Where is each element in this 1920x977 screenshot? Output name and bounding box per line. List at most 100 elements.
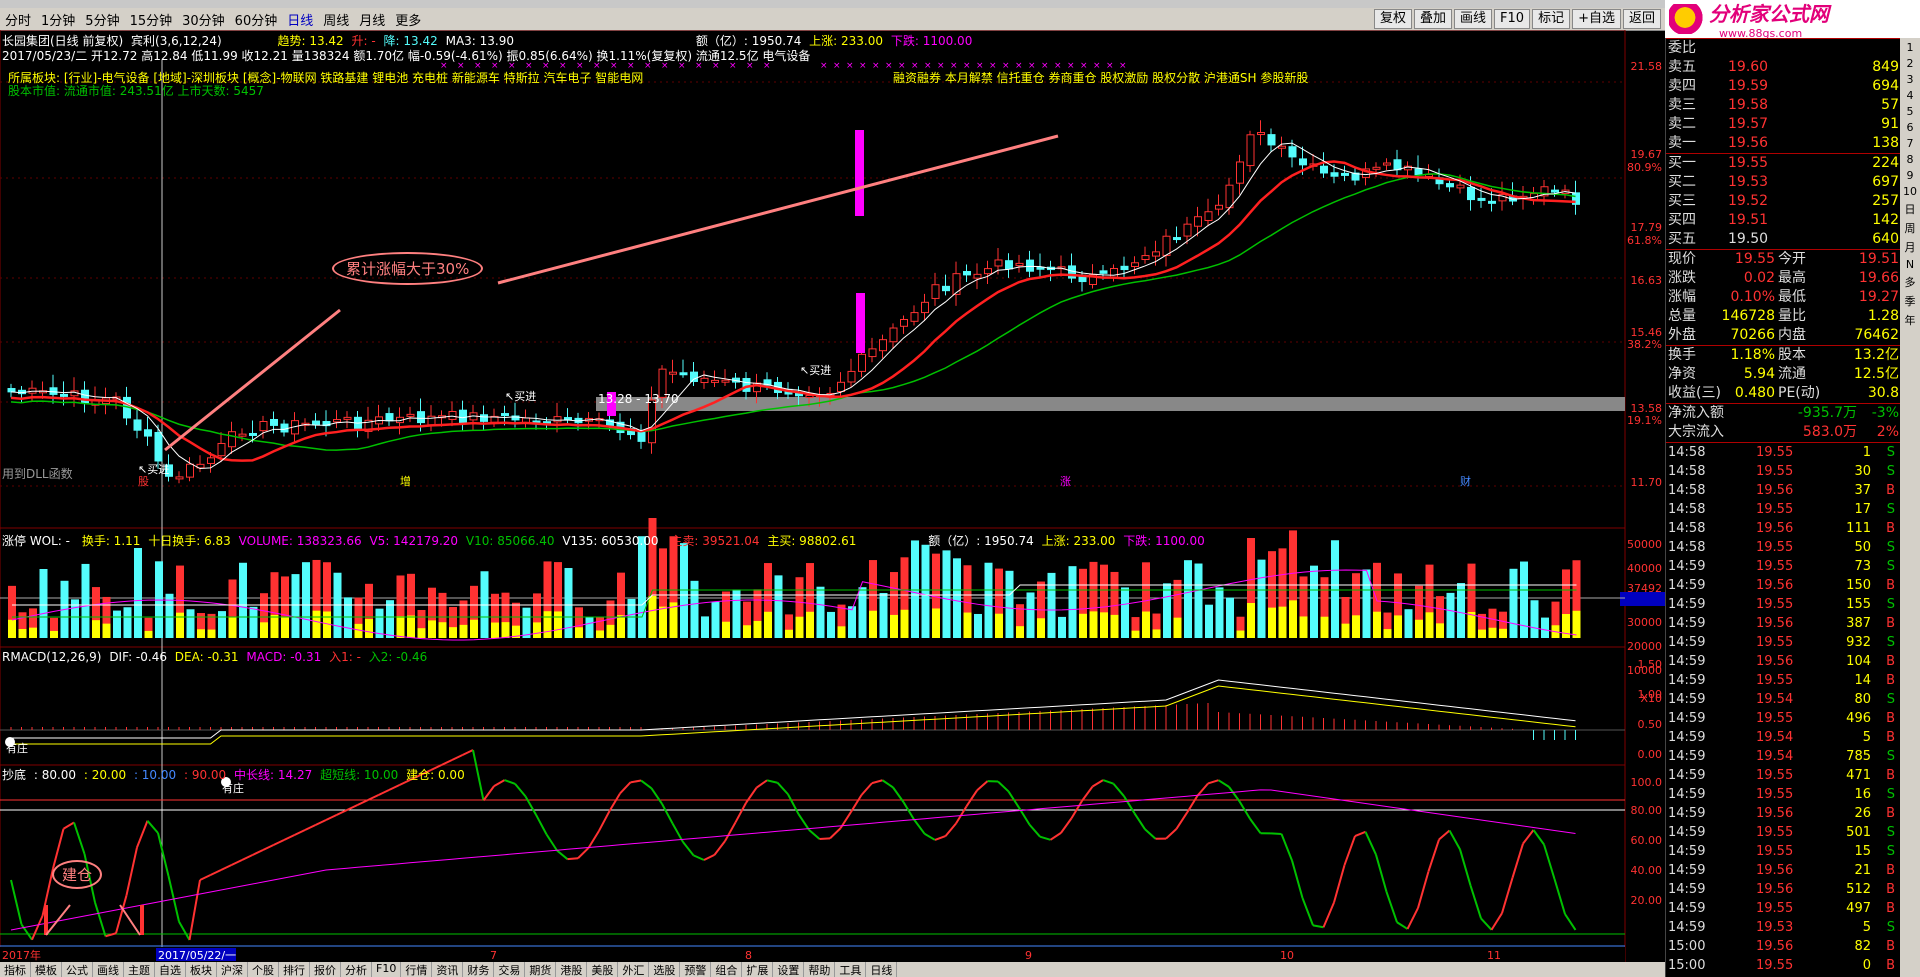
toolbar-button[interactable]: 复权 [1373, 9, 1412, 29]
macd-value: MACD: -0.31 [246, 650, 322, 664]
candle-body [207, 457, 215, 464]
build-signal-bar [44, 905, 48, 935]
bottom-tab[interactable]: 公式 [62, 962, 93, 977]
quote-row: 委比 [1666, 38, 1901, 58]
main-buy-bar [396, 616, 405, 638]
toolbar-button[interactable]: 标记 [1532, 9, 1571, 29]
bottom-tab[interactable]: 排行 [279, 962, 310, 977]
volume-bar [1457, 583, 1465, 638]
period-tab[interactable]: 分时 [0, 10, 36, 29]
bottom-tab[interactable]: 期货 [525, 962, 557, 977]
side-tab[interactable]: 10 [1900, 185, 1920, 198]
bottom-tab[interactable]: 个股 [248, 962, 279, 977]
side-tab[interactable]: 4 [1900, 89, 1920, 102]
side-tab[interactable]: 8 [1900, 153, 1920, 166]
bottom-tab[interactable]: 帮助 [804, 962, 836, 977]
side-tab[interactable]: 5 [1900, 105, 1920, 118]
bid-volume: 697 [1872, 174, 1899, 190]
period-tab[interactable]: 60分钟 [230, 10, 283, 29]
tick-time: 14:59 [1668, 730, 1706, 745]
period-toolbar: 分时 1分钟 5分钟 15分钟 30分钟 60分钟 日线 周线 月线 更多 复权 叠加 画线 F10 标记… [0, 8, 1665, 31]
bottom-tab[interactable]: 预警 [680, 962, 712, 977]
bottom-tab[interactable]: 资讯 [432, 962, 464, 977]
bottom-tab[interactable]: 工具 [835, 962, 867, 977]
period-tab[interactable]: 5分钟 [80, 10, 124, 29]
bottom-tab[interactable]: 组合 [711, 962, 743, 977]
volume-bar [585, 617, 594, 638]
tick-row: 14:59 19.54 5 B [1666, 728, 1901, 747]
oscillator-segment [1280, 833, 1293, 861]
oscillator-segment [619, 781, 632, 795]
period-tab[interactable]: 15分钟 [125, 10, 178, 29]
toolbar-button[interactable]: 画线 [1454, 9, 1493, 29]
bottom-tab[interactable]: 沪深 [217, 962, 248, 977]
period-tab[interactable]: 月线 [354, 10, 390, 29]
candle-body [1015, 262, 1024, 267]
bottom-tab[interactable]: 模板 [31, 962, 62, 977]
bottom-tab[interactable]: 行情 [401, 962, 433, 977]
period-tab[interactable]: 日线 [282, 10, 318, 29]
main-buy-bar [575, 627, 583, 638]
toolbar-button[interactable]: +自选 [1572, 9, 1621, 29]
tick-volume: 5 [1862, 920, 1871, 935]
side-tab[interactable]: 2 [1900, 57, 1920, 70]
toolbar-button[interactable]: 返回 [1622, 9, 1661, 29]
side-tab[interactable]: 多 [1900, 274, 1920, 290]
bottom-tab[interactable]: 报价 [310, 962, 341, 977]
tick-volume: 21 [1854, 863, 1871, 878]
main-buy-bar [543, 611, 552, 638]
period-tab[interactable]: 更多 [390, 10, 426, 29]
side-tab[interactable]: 1 [1900, 41, 1920, 54]
tick-price: 19.55 [1756, 635, 1794, 650]
bottom-tab[interactable]: 板块 [186, 962, 217, 977]
side-tab[interactable]: N [1900, 258, 1920, 271]
side-tab[interactable]: 7 [1900, 137, 1920, 150]
main-buy-bar [50, 630, 58, 638]
bottom-tab[interactable]: 主题 [124, 962, 155, 977]
side-tab[interactable]: 周 [1900, 220, 1920, 236]
side-tab[interactable]: 3 [1900, 73, 1920, 86]
bottom-tab[interactable]: 选股 [649, 962, 681, 977]
toolbar-button[interactable]: F10 [1494, 9, 1531, 29]
bottom-tab[interactable]: F10 [372, 962, 402, 977]
side-tab[interactable]: 6 [1900, 121, 1920, 134]
side-tab[interactable]: 日 [1900, 201, 1920, 217]
bottom-tab[interactable]: 港股 [556, 962, 588, 977]
bottom-tab[interactable]: 美股 [587, 962, 619, 977]
side-tab[interactable]: 9 [1900, 169, 1920, 182]
chart-area[interactable]: 21.58 19.67 80.9% 17.79 61.8% 16.63 15.46 38.2%… [0, 29, 1665, 963]
quote-row: 买二 19.53 697 [1666, 173, 1901, 192]
tick-volume: 17 [1854, 502, 1871, 517]
side-tab[interactable]: 月 [1900, 239, 1920, 255]
bottom-tab[interactable]: 画线 [93, 962, 124, 977]
main-buy-bar [1278, 606, 1287, 638]
volume-bar [1121, 587, 1129, 638]
period-tab[interactable]: 30分钟 [177, 10, 230, 29]
side-tab[interactable]: 年 [1900, 312, 1920, 328]
bottom-tab[interactable]: 日线 [866, 962, 898, 977]
bottom-tab[interactable]: 自选 [155, 962, 186, 977]
period-tab[interactable]: 1分钟 [36, 10, 80, 29]
period-tab[interactable]: 周线 [318, 10, 354, 29]
candle-body [1299, 158, 1307, 166]
tick-time: 14:58 [1668, 540, 1706, 555]
candle-body [1194, 216, 1202, 227]
candle-body [1173, 237, 1181, 241]
oscillator-segment [640, 779, 653, 790]
oscillator-segment [1175, 812, 1188, 830]
bottom-tab[interactable]: 交易 [494, 962, 526, 977]
bottom-tab[interactable]: 扩展 [742, 962, 774, 977]
candle-body [700, 377, 709, 384]
stat-label: 最高 [1778, 270, 1806, 286]
bottom-tab[interactable]: 外汇 [618, 962, 650, 977]
bottom-tab[interactable]: 分析 [341, 962, 372, 977]
side-tab[interactable]: 季 [1900, 293, 1920, 309]
tick-side: S [1886, 635, 1895, 650]
x-marker: × [833, 61, 841, 71]
oscillator-segment [1102, 779, 1114, 785]
bottom-tab[interactable]: 设置 [773, 962, 805, 977]
toolbar-button[interactable]: 叠加 [1414, 9, 1453, 29]
bottom-tab[interactable]: 指标 [0, 962, 31, 977]
candle-body [1320, 165, 1328, 174]
bottom-tab[interactable]: 财务 [463, 962, 495, 977]
